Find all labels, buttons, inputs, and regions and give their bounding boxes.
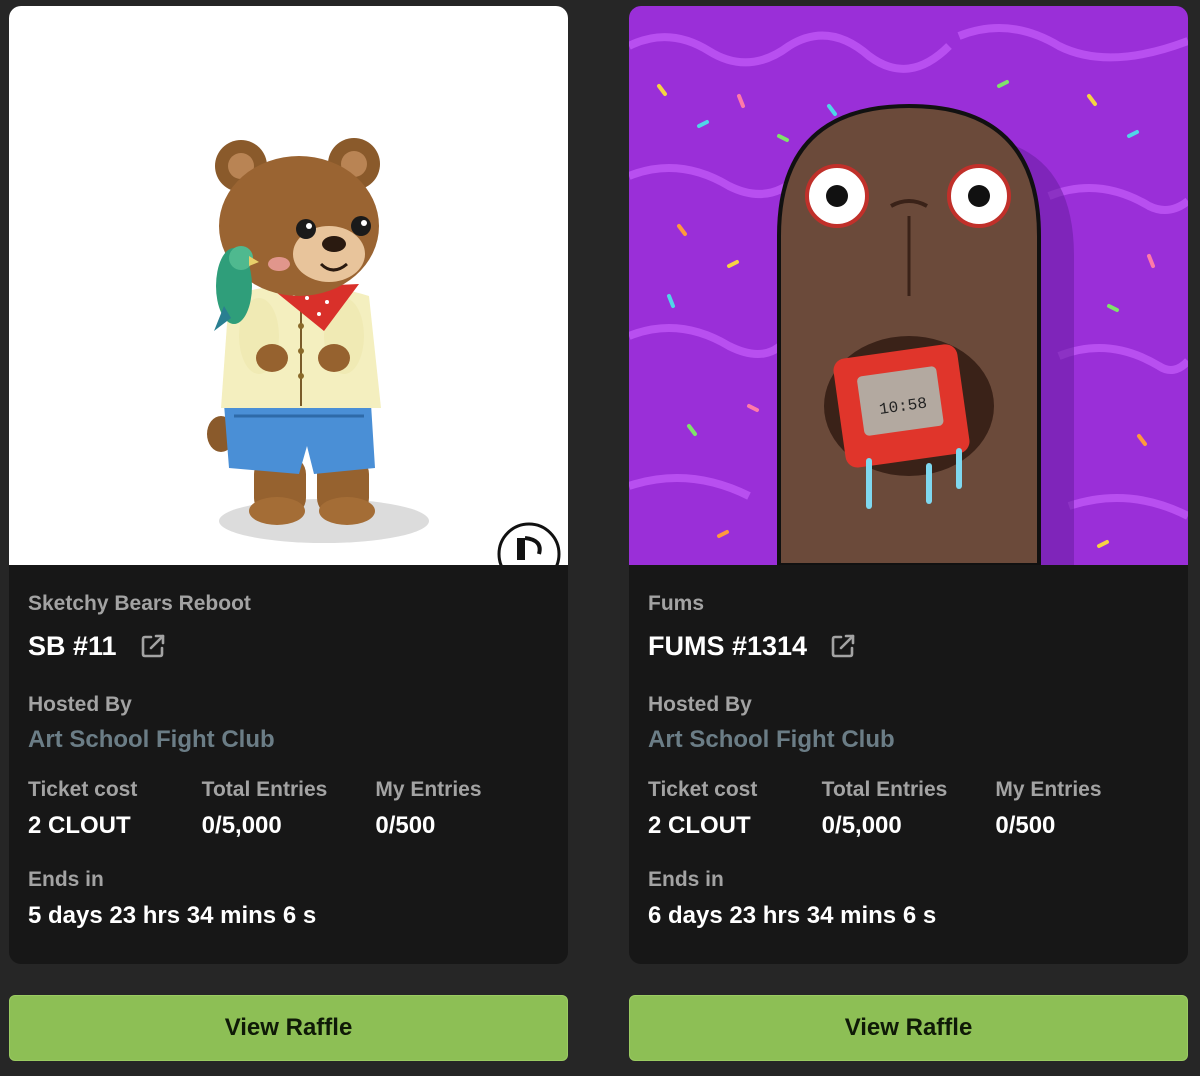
view-raffle-button[interactable]: View Raffle <box>629 995 1188 1061</box>
total-entries-label: Total Entries <box>201 778 328 801</box>
nft-title: SB #11 <box>28 630 117 661</box>
ticket-cost-stat: Ticket cost 2 CLOUT <box>28 777 202 841</box>
external-link-icon[interactable] <box>829 632 857 660</box>
nft-image[interactable]: 10:58 <box>629 6 1188 565</box>
nft-title: FUMS #1314 <box>648 630 808 661</box>
my-entries-label: My Entries <box>375 778 482 801</box>
collection-name: Fums <box>648 592 705 615</box>
raffle-card: 10:58 Fums FUMS #1314 Hosted By Art Scho… <box>629 6 1188 964</box>
collection-name: Sketchy Bears Reboot <box>28 592 251 615</box>
host-link[interactable]: Art School Fight Club <box>648 725 1169 755</box>
ends-in-countdown: 5 days 23 hrs 34 mins 6 s <box>28 902 317 929</box>
hosted-by-label: Hosted By <box>28 693 132 716</box>
ends-in-label: Ends in <box>648 868 724 891</box>
ticket-cost-label: Ticket cost <box>648 778 758 801</box>
raffle-stats: Ticket cost 2 CLOUT Total Entries 0/5,00… <box>648 777 1169 841</box>
fums-artwork: 10:58 <box>629 6 1188 565</box>
raffle-card: Sketchy Bears Reboot SB #11 Hosted By Ar… <box>9 6 568 964</box>
raffle-column: 10:58 Fums FUMS #1314 Hosted By Art Scho… <box>629 6 1188 964</box>
ticket-cost-value: 2 CLOUT <box>648 812 751 839</box>
view-raffle-button[interactable]: View Raffle <box>9 995 568 1061</box>
total-entries-stat: Total Entries 0/5,000 <box>822 777 996 841</box>
my-entries-label: My Entries <box>995 778 1102 801</box>
my-entries-value: 0/500 <box>375 812 436 839</box>
total-entries-value: 0/5,000 <box>821 812 902 839</box>
total-entries-label: Total Entries <box>821 778 948 801</box>
raffle-column: Sketchy Bears Reboot SB #11 Hosted By Ar… <box>9 6 568 964</box>
total-entries-stat: Total Entries 0/5,000 <box>202 777 376 841</box>
ends-in-label: Ends in <box>28 868 104 891</box>
host-link[interactable]: Art School Fight Club <box>28 725 549 755</box>
hosted-by-label: Hosted By <box>648 693 752 716</box>
ticket-cost-label: Ticket cost <box>28 778 138 801</box>
ends-in-countdown: 6 days 23 hrs 34 mins 6 s <box>648 902 937 929</box>
ticket-cost-stat: Ticket cost 2 CLOUT <box>648 777 822 841</box>
title-row: SB #11 <box>28 629 549 663</box>
raffle-stats: Ticket cost 2 CLOUT Total Entries 0/5,00… <box>28 777 549 841</box>
nft-image[interactable] <box>9 6 568 565</box>
total-entries-value: 0/5,000 <box>201 812 282 839</box>
title-row: FUMS #1314 <box>648 629 1169 663</box>
sketchy-bear-artwork <box>9 6 568 565</box>
my-entries-stat: My Entries 0/500 <box>995 777 1169 841</box>
external-link-icon[interactable] <box>139 632 167 660</box>
my-entries-value: 0/500 <box>995 812 1056 839</box>
ticket-cost-value: 2 CLOUT <box>28 812 131 839</box>
my-entries-stat: My Entries 0/500 <box>375 777 549 841</box>
